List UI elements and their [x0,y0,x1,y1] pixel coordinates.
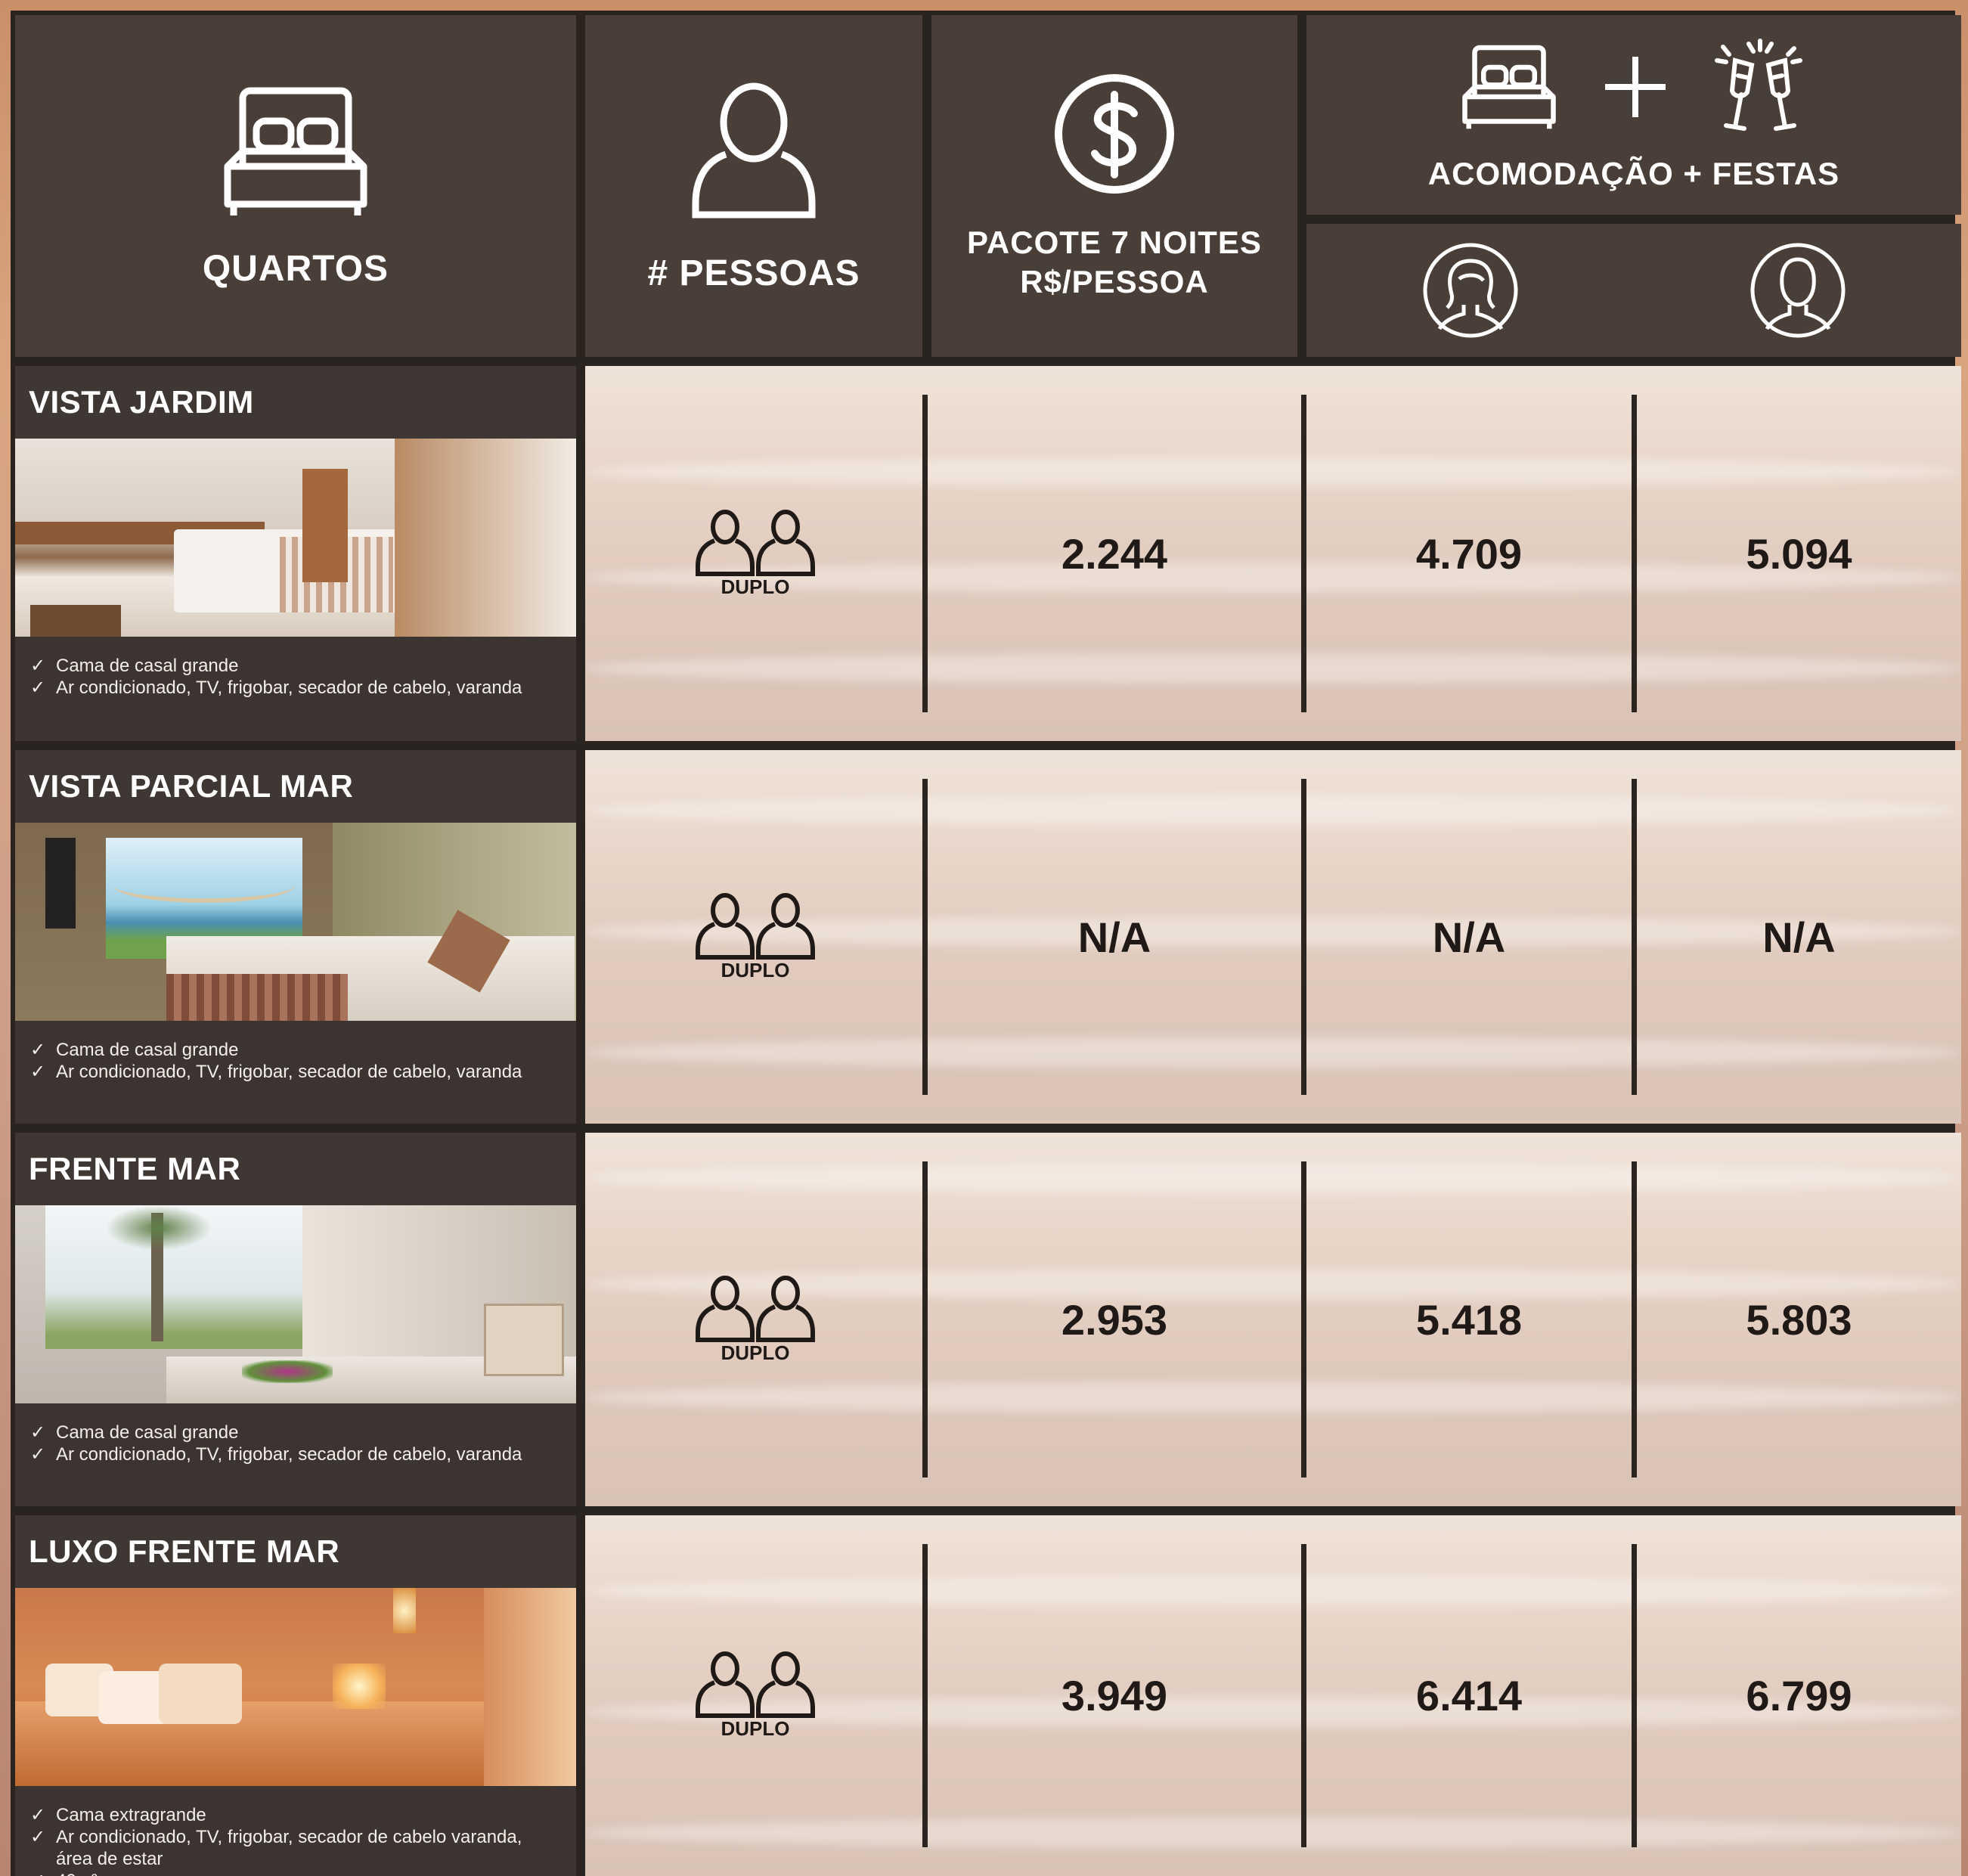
feature-item: ✓ Cama extragrande [30,1805,206,1825]
male-price: N/A [1762,913,1836,961]
package-price: 2.244 [1061,529,1168,578]
male-price: 6.799 [1746,1672,1852,1719]
package-title-line1: PACOTE 7 NOITES [967,225,1262,260]
feature-item: ✓ Ar condicionado, TV, frigobar, secador … [30,1444,522,1465]
female-person-icon [1423,243,1517,338]
header-rooms: QUARTOS [15,15,576,357]
checkmark-icon: ✓ [30,1827,46,1847]
champagne-icon [1715,39,1802,131]
column-divider [1632,395,1637,712]
feature-item: ✓ Ar condicionado, TV, frigobar, secador … [30,1827,522,1869]
room-features: ✓ Cama extragrande ✓ Ar condicionado, TV, … [15,1786,576,1876]
checkmark-icon: ✓ [30,1805,46,1825]
room-name: VISTA PARCIAL MAR [15,750,576,823]
column-divider [1632,1161,1637,1478]
plus-icon [1605,57,1666,117]
two-people-icon [696,1275,815,1342]
female-price: N/A [1432,913,1506,961]
feature-item: ✓ Ar condicionado, TV, frigobar, secador … [30,678,522,698]
package-price: 3.949 [1061,1672,1168,1719]
male-person-icon [1750,243,1845,338]
bed-icon [1462,45,1556,129]
price-row: DUPLO 2.244 4.709 5.094 [585,366,1961,741]
female-price: 5.418 [1415,1295,1523,1344]
feature-item: ✓ Ar condicionado, TV, frigobar, secador … [30,1062,522,1082]
rooms-title: QUARTOS [202,248,389,289]
people-title: # PESSOAS [647,253,860,293]
combo-icons [1460,38,1808,136]
checkmark-icon: ✓ [30,1444,46,1465]
package-price: N/A [1077,913,1151,961]
checkmark-icon: ✓ [30,1422,46,1443]
column-divider [1632,779,1637,1095]
bed-icon [224,87,367,216]
room-photo [15,823,576,1021]
occupancy-label: DUPLO [721,1717,790,1740]
column-divider [1301,395,1306,712]
feature-item: ✓ Cama de casal grande [30,656,239,676]
checkmark-icon: ✓ [30,656,46,676]
combo-title: ACOMODAÇÃO + FESTAS [1427,156,1840,191]
header-gender [1306,224,1961,357]
room-features: ✓ Cama de casal grande ✓ Ar condicionado, … [15,1021,576,1083]
two-people-icon [696,892,815,960]
occupancy-cell: DUPLO [585,1133,925,1506]
male-price: 5.803 [1746,1295,1852,1344]
two-people-icon [696,1651,815,1718]
column-divider [922,779,928,1095]
column-divider [1301,1544,1306,1847]
room-photo [15,1205,576,1403]
column-divider [922,395,928,712]
checkmark-icon: ✓ [30,1870,56,1876]
occupancy-cell: DUPLO [585,750,925,1124]
header-people: # PESSOAS [585,15,922,357]
package-title-line2: R$/PESSOA [1020,264,1209,299]
header-combo: ACOMODAÇÃO + FESTAS [1306,15,1961,215]
room-card: VISTA PARCIAL MAR ✓ Cama de casal grande … [15,750,576,1124]
checkmark-icon: ✓ [30,678,46,698]
price-table: QUARTOS # PESSOAS PACOTE 7 NOITES R$/PES… [11,11,1961,1876]
dollar-icon [1055,74,1174,194]
occupancy-label: DUPLO [721,1341,790,1364]
room-features: ✓ Cama de casal grande ✓ Ar condicionado, … [15,637,576,699]
column-divider [1301,779,1306,1095]
feature-item: ✓ Cama de casal grande [30,1422,239,1443]
price-row: DUPLO N/A N/A N/A [585,750,1961,1124]
room-name: FRENTE MAR [15,1133,576,1205]
room-photo [15,439,576,637]
feature-item: ✓40m² [30,1870,561,1876]
column-divider [1301,1161,1306,1478]
package-price: 2.953 [1061,1295,1168,1344]
column-divider [922,1544,928,1847]
occupancy-label: DUPLO [721,575,790,598]
female-price: 6.414 [1415,1672,1523,1719]
checkmark-icon: ✓ [30,1062,46,1082]
two-people-icon [696,509,815,576]
room-card: FRENTE MAR ✓ Cama de casal grande ✓ Ar con… [15,1133,576,1506]
occupancy-label: DUPLO [721,958,790,981]
room-name: VISTA JARDIM [15,366,576,439]
room-features: ✓ Cama de casal grande ✓ Ar condicionado, … [15,1403,576,1465]
header-package: PACOTE 7 NOITES R$/PESSOA [931,15,1297,357]
column-divider [922,1161,928,1478]
price-row: DUPLO 3.949 6.414 6.799 [585,1515,1961,1876]
room-card: LUXO FRENTE MAR ✓ Cama extragrande ✓ Ar co… [15,1515,576,1876]
room-name: LUXO FRENTE MAR [15,1515,576,1588]
column-divider [1632,1544,1637,1847]
person-icon [692,82,816,218]
feature-item: ✓ Cama de casal grande [30,1040,239,1060]
occupancy-cell: DUPLO [585,1515,925,1876]
room-photo [15,1588,576,1786]
male-price: 5.094 [1746,529,1852,578]
occupancy-cell: DUPLO [585,366,925,741]
checkmark-icon: ✓ [30,1040,46,1060]
female-price: 4.709 [1415,529,1523,578]
price-row: DUPLO 2.953 5.418 5.803 [585,1133,1961,1506]
room-card: VISTA JARDIM ✓ Cama de casal grande ✓ Ar c… [15,366,576,741]
